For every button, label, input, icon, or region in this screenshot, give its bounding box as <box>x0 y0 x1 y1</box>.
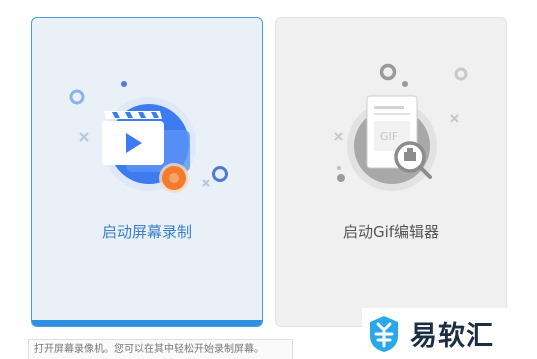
screen-record-icon <box>69 81 228 193</box>
deco-cross-right <box>202 179 210 187</box>
deco-ring-right <box>454 67 468 81</box>
deco-ring-right <box>212 166 228 182</box>
deco-dot-top <box>402 81 408 87</box>
brand-watermark: 易软汇 <box>362 308 537 359</box>
deco-ring-left <box>69 89 85 105</box>
start-screen-record-label: 启动屏幕录制 <box>101 223 192 241</box>
gif-editor-icon: GIF <box>334 63 468 191</box>
hint-tooltip: 打开屏幕录像机。您可以在其中轻松开始录制屏幕。 <box>28 339 293 359</box>
start-gif-editor-label: 启动Gif编辑器 <box>342 223 440 241</box>
start-screen-record-card[interactable]: 启动屏幕录制 <box>31 17 263 327</box>
deco-cross-left <box>79 132 89 142</box>
brand-name: 易软汇 <box>410 321 494 352</box>
selected-indicator-bar <box>32 320 262 326</box>
deco-dot-bottom <box>337 174 345 182</box>
deco-dot-top <box>121 81 127 87</box>
start-gif-editor-card[interactable]: GIF 启动Gif编辑器 <box>275 17 507 327</box>
deco-ring-top <box>379 63 397 81</box>
brand-logo-icon <box>370 315 398 352</box>
deco-cross-left <box>334 132 343 141</box>
svg-text:GIF: GIF <box>380 130 398 143</box>
deco-cross-right <box>450 114 459 123</box>
